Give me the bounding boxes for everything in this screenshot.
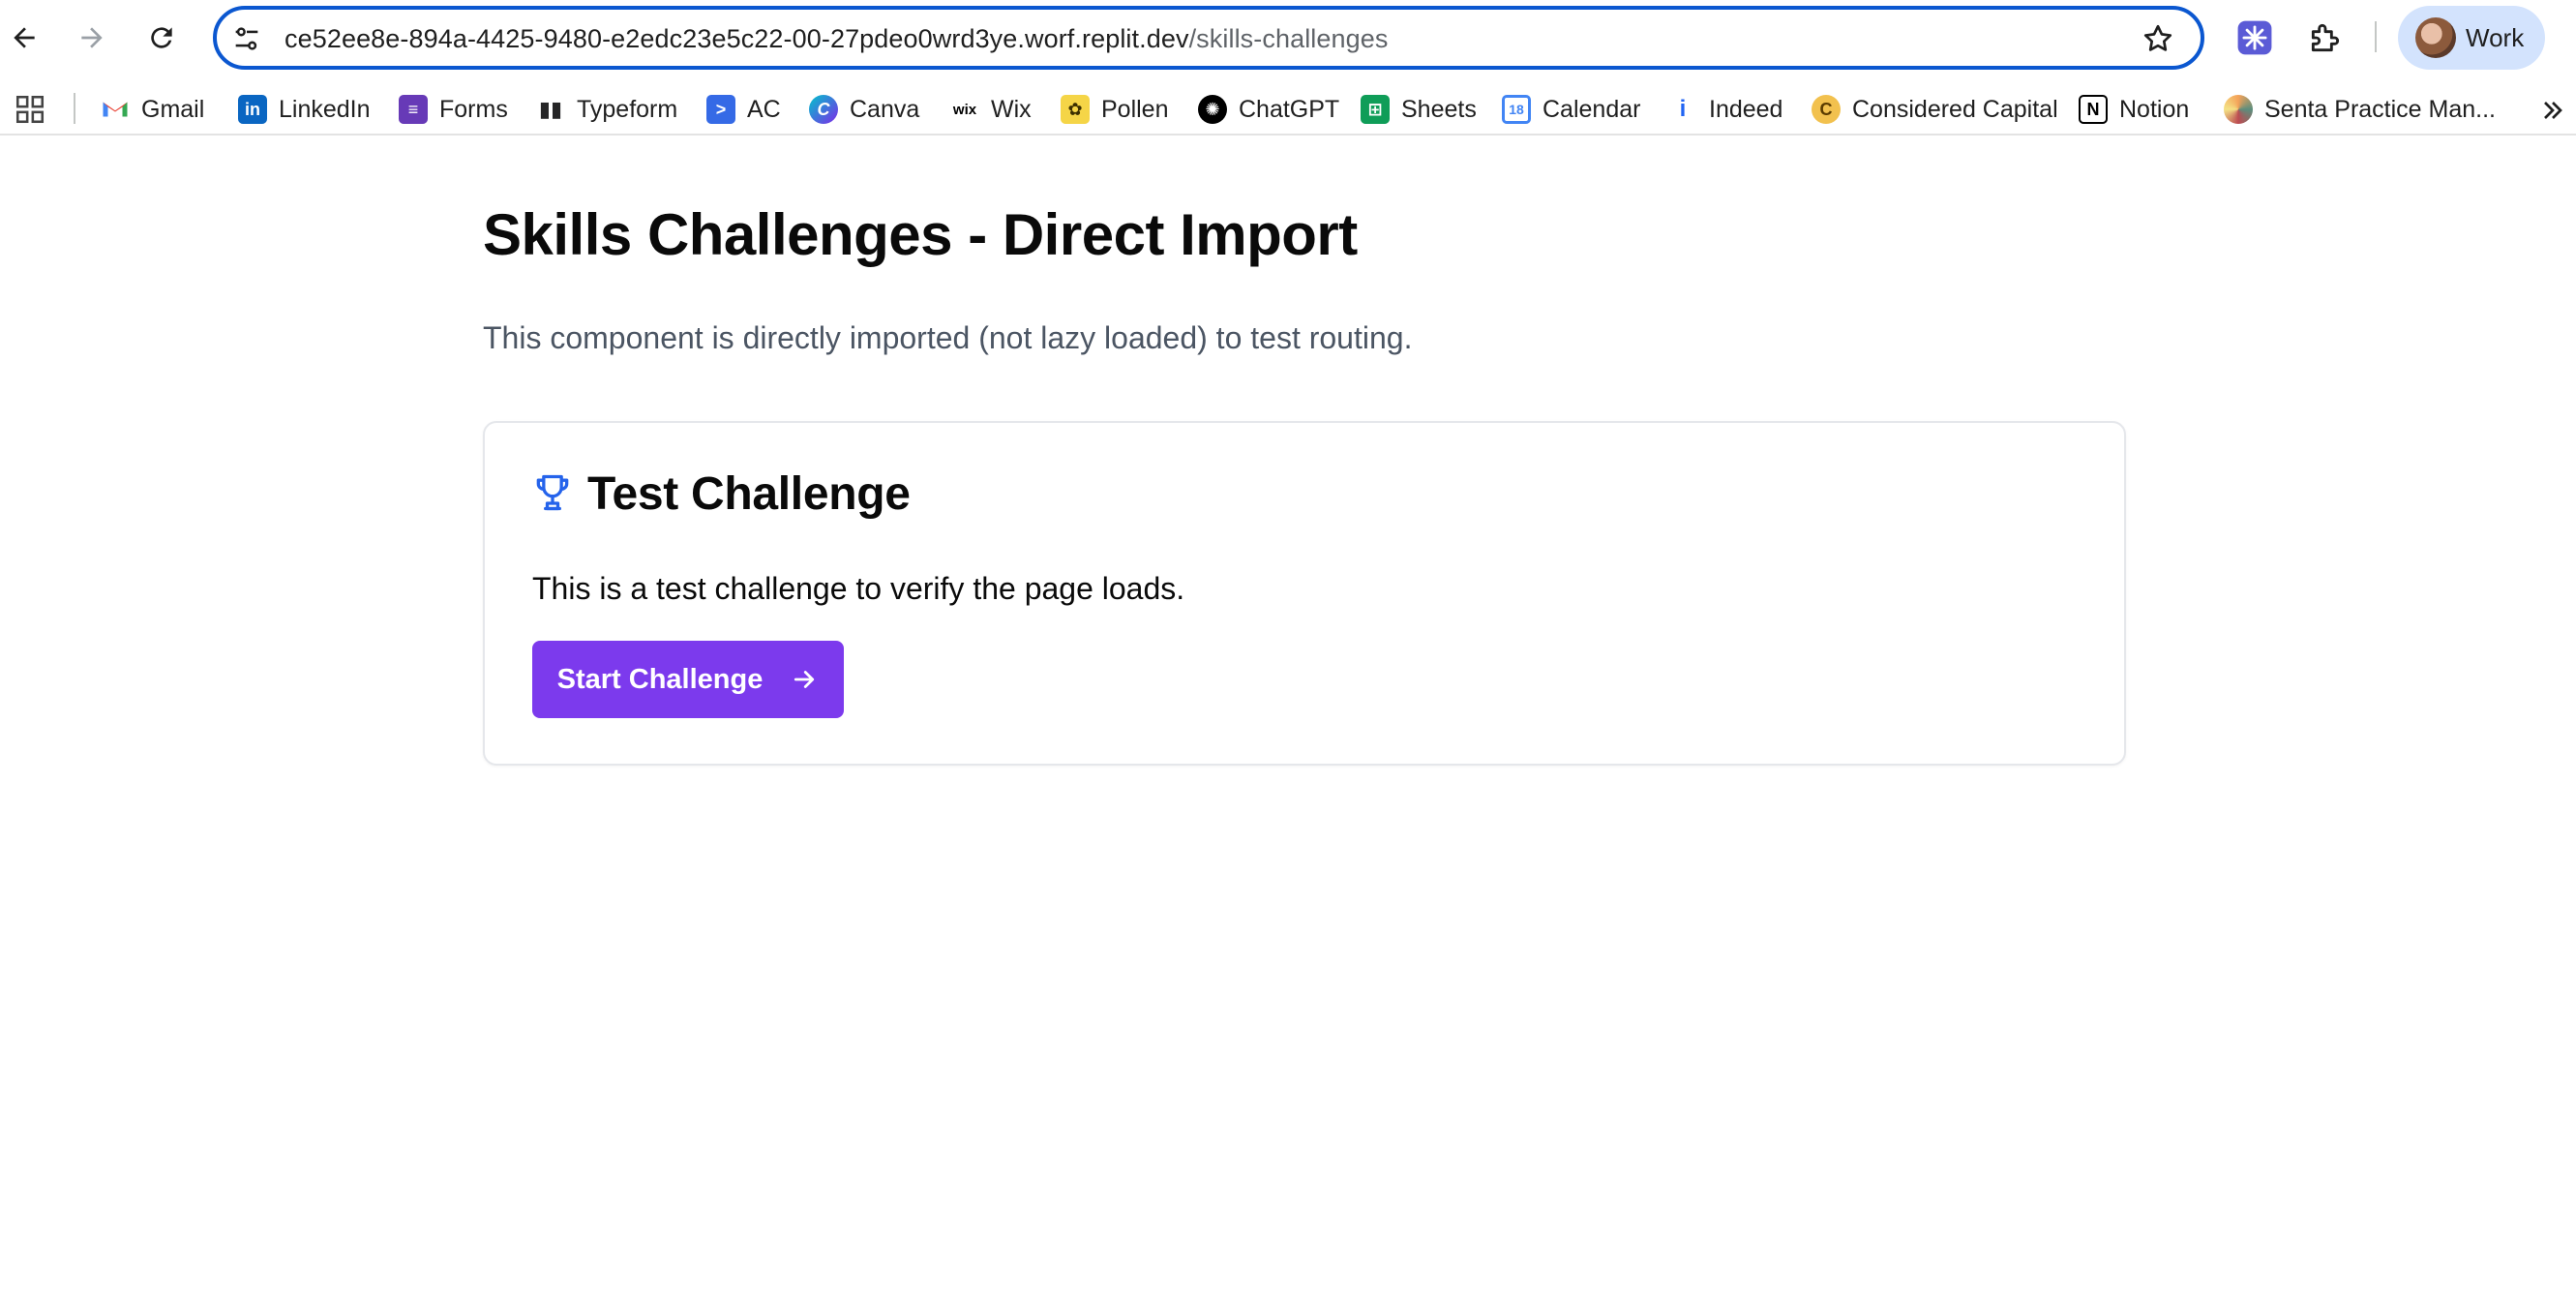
url-host: ce52ee8e-894a-4425-9480-e2edc23e5c22-00-… (285, 24, 1189, 53)
avatar (2415, 17, 2456, 58)
senta-icon (2224, 95, 2253, 124)
url-path: /skills-challenges (1188, 24, 1389, 53)
bookmark-sheets[interactable]: ⊞ Sheets (1361, 91, 1477, 128)
chevron-double-right-icon[interactable] (2537, 95, 2568, 126)
bookmark-canva[interactable]: C Canva (809, 91, 919, 128)
url-text[interactable]: ce52ee8e-894a-4425-9480-e2edc23e5c22-00-… (285, 23, 1388, 54)
bookmarks-divider (74, 93, 75, 124)
ac-icon: > (706, 95, 735, 124)
bookmark-label: Calendar (1543, 95, 1641, 123)
bookmark-label: Pollen (1101, 95, 1169, 123)
extensions-puzzle-icon[interactable] (2307, 19, 2344, 56)
notion-icon: N (2079, 95, 2108, 124)
typeform-icon: ▮▮ (536, 95, 565, 124)
indeed-icon: i (1668, 95, 1697, 124)
start-challenge-button[interactable]: Start Challenge (532, 641, 844, 718)
bookmark-linkedin[interactable]: in LinkedIn (238, 91, 371, 128)
arrow-right-icon (81, 27, 103, 48)
site-settings-icon[interactable] (230, 22, 263, 55)
linkedin-icon: in (238, 95, 267, 124)
apps-grid-icon[interactable] (14, 93, 46, 126)
forward-button[interactable] (72, 17, 112, 58)
calendar-icon: 18 (1502, 95, 1531, 124)
browser-toolbar: ce52ee8e-894a-4425-9480-e2edc23e5c22-00-… (0, 0, 2576, 75)
bookmark-pollen[interactable]: ✿ Pollen (1061, 91, 1169, 128)
reload-button[interactable] (141, 17, 182, 58)
address-bar[interactable]: ce52ee8e-894a-4425-9480-e2edc23e5c22-00-… (213, 6, 2204, 70)
bookmark-gmail[interactable]: Gmail (101, 91, 204, 128)
start-challenge-label: Start Challenge (556, 663, 764, 695)
card-title: Test Challenge (587, 468, 911, 520)
bookmark-calendar[interactable]: 18 Calendar (1502, 91, 1640, 128)
bookmark-label: Sheets (1401, 95, 1477, 123)
bookmark-senta[interactable]: Senta Practice Man... (2224, 91, 2496, 128)
reload-icon (151, 27, 172, 48)
bookmark-indeed[interactable]: i Indeed (1668, 91, 1782, 128)
bookmark-typeform[interactable]: ▮▮ Typeform (536, 91, 677, 128)
bookmark-considered-capital[interactable]: C Considered Capital (1812, 91, 2058, 128)
bookmark-label: Indeed (1709, 95, 1783, 123)
bookmark-label: Considered Capital (1852, 95, 2058, 123)
bookmark-wix[interactable]: wix Wix (950, 91, 1032, 128)
bookmark-ac[interactable]: > AC (706, 91, 781, 128)
arrow-right-icon (794, 671, 815, 688)
forms-icon: ≡ (399, 95, 428, 124)
card-description: This is a test challenge to verify the p… (532, 571, 1185, 606)
considered-capital-icon: C (1812, 95, 1841, 124)
profile-label: Work (2466, 22, 2525, 52)
bookmark-label: Senta Practice Man... (2264, 95, 2497, 123)
pollen-icon: ✿ (1061, 95, 1090, 124)
page-title: Skills Challenges - Direct Import (483, 202, 1358, 267)
bookmark-label: Typeform (577, 95, 678, 123)
chatgpt-icon: ✺ (1198, 95, 1227, 124)
challenge-card: Test Challenge This is a test challenge … (483, 421, 2126, 766)
arrow-left-icon (14, 27, 35, 48)
sheets-icon: ⊞ (1361, 95, 1390, 124)
toolbar-divider (2375, 21, 2377, 52)
bookmark-star-icon[interactable] (2141, 21, 2175, 56)
bookmark-label: LinkedIn (279, 95, 371, 123)
bookmark-chatgpt[interactable]: ✺ ChatGPT (1198, 91, 1339, 128)
page-description: This component is directly imported (not… (483, 320, 1413, 355)
bookmark-forms[interactable]: ≡ Forms (399, 91, 508, 128)
trophy-icon (536, 474, 569, 511)
back-button[interactable] (4, 17, 45, 58)
bookmark-label: AC (747, 95, 781, 123)
bookmark-notion[interactable]: N Notion (2079, 91, 2189, 128)
bookmark-label: ChatGPT (1239, 95, 1340, 123)
wix-icon: wix (950, 95, 979, 124)
extension-snowflake-icon[interactable] (2236, 19, 2273, 56)
bookmark-label: Forms (439, 95, 508, 123)
bookmark-label: Notion (2119, 95, 2190, 123)
bookmark-label: Canva (850, 95, 920, 123)
canva-icon: C (809, 95, 838, 124)
profile-button[interactable]: Work (2398, 6, 2545, 70)
bookmark-label: Gmail (141, 95, 205, 123)
bookmarks-bar: Gmail in LinkedIn ≡ Forms ▮▮ Typeform > AC C… (0, 83, 2576, 136)
gmail-icon (101, 95, 130, 124)
bookmark-label: Wix (991, 95, 1032, 123)
